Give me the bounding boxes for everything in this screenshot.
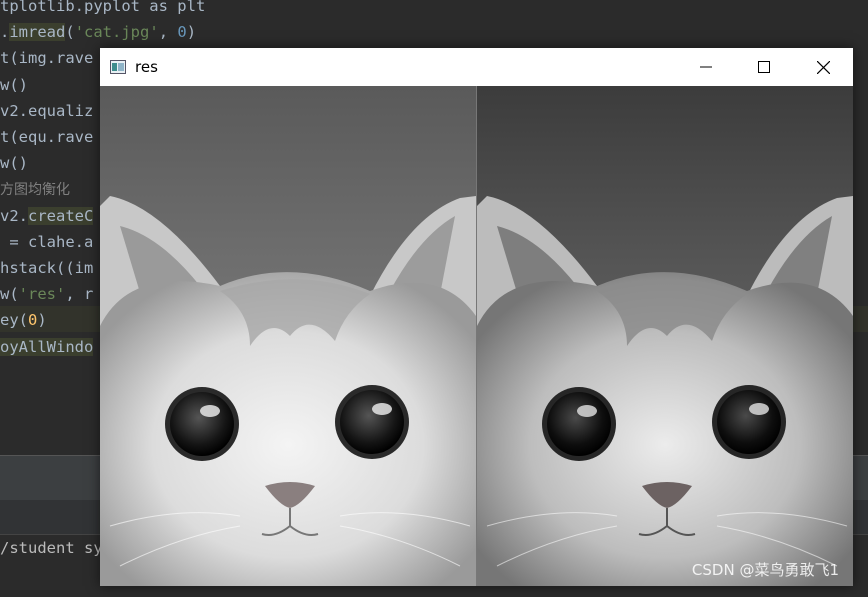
maximize-icon <box>758 61 770 73</box>
code-line: t(equ.rave <box>0 124 93 150</box>
window-titlebar[interactable]: res <box>100 48 853 86</box>
code-token: oyAllWindo <box>0 337 94 356</box>
maximize-button[interactable] <box>735 48 793 86</box>
code-line: v2.createC <box>0 203 94 229</box>
code-line: w('res', r <box>0 281 93 307</box>
code-token: imread <box>9 23 66 42</box>
cat-image-equalized <box>477 86 853 586</box>
code-line: v2.equaliz <box>0 98 93 124</box>
code-token: w() <box>0 154 28 173</box>
code-token: w( <box>0 285 19 304</box>
window-title: res <box>135 58 158 76</box>
code-token: , r <box>65 285 94 304</box>
code-token: 0 <box>28 311 38 330</box>
code-token: , <box>158 23 178 42</box>
close-icon <box>816 60 830 74</box>
code-line: ey(0) <box>0 307 47 333</box>
csdn-watermark: CSDN @菜鸟勇敢飞1 <box>691 561 839 579</box>
code-line: .imread('cat.jpg', 0) <box>0 19 196 45</box>
code-line: tplotlib.pyplot as plt <box>0 0 205 19</box>
code-token: ) <box>37 311 47 330</box>
code-token: v2. <box>0 206 28 225</box>
close-button[interactable] <box>794 48 852 86</box>
code-token: . <box>0 23 10 42</box>
code-line: w() <box>0 150 28 176</box>
image-canvas: CSDN @菜鸟勇敢飞1 <box>100 86 853 586</box>
code-token: ) <box>186 23 197 42</box>
minimize-icon <box>700 66 712 68</box>
code-token: 'res' <box>18 285 66 304</box>
code-token: t(img.rave <box>0 49 94 68</box>
code-token: t(equ.rave <box>0 128 94 146</box>
code-token: ey( <box>0 311 28 330</box>
code-token: tplotlib.pyplot as plt <box>0 0 206 15</box>
code-line: hstack((im <box>0 255 93 281</box>
minimize-button[interactable] <box>677 48 735 86</box>
console-output: /student sy <box>0 539 103 557</box>
res-window[interactable]: res CSDN @菜鸟勇敢飞1 <box>100 48 853 586</box>
code-token: w() <box>0 75 28 94</box>
code-token: v2.equaliz <box>0 101 94 120</box>
code-token: 'cat.jpg' <box>74 23 159 42</box>
code-line: = clahe.a <box>0 229 93 255</box>
code-token: 0 <box>177 23 187 42</box>
code-token: createC <box>28 206 94 225</box>
code-token: = clahe.a <box>0 232 94 251</box>
code-token: ( <box>65 23 75 42</box>
code-line: 方图均衡化 <box>0 176 70 202</box>
code-token: hstack((im <box>0 259 94 277</box>
app-icon <box>110 60 126 74</box>
code-line: oyAllWindo <box>0 334 94 360</box>
cat-image-original <box>100 86 476 586</box>
code-line: t(img.rave <box>0 45 93 71</box>
code-token: 方图均衡化 <box>0 182 70 199</box>
code-line: w() <box>0 72 28 98</box>
